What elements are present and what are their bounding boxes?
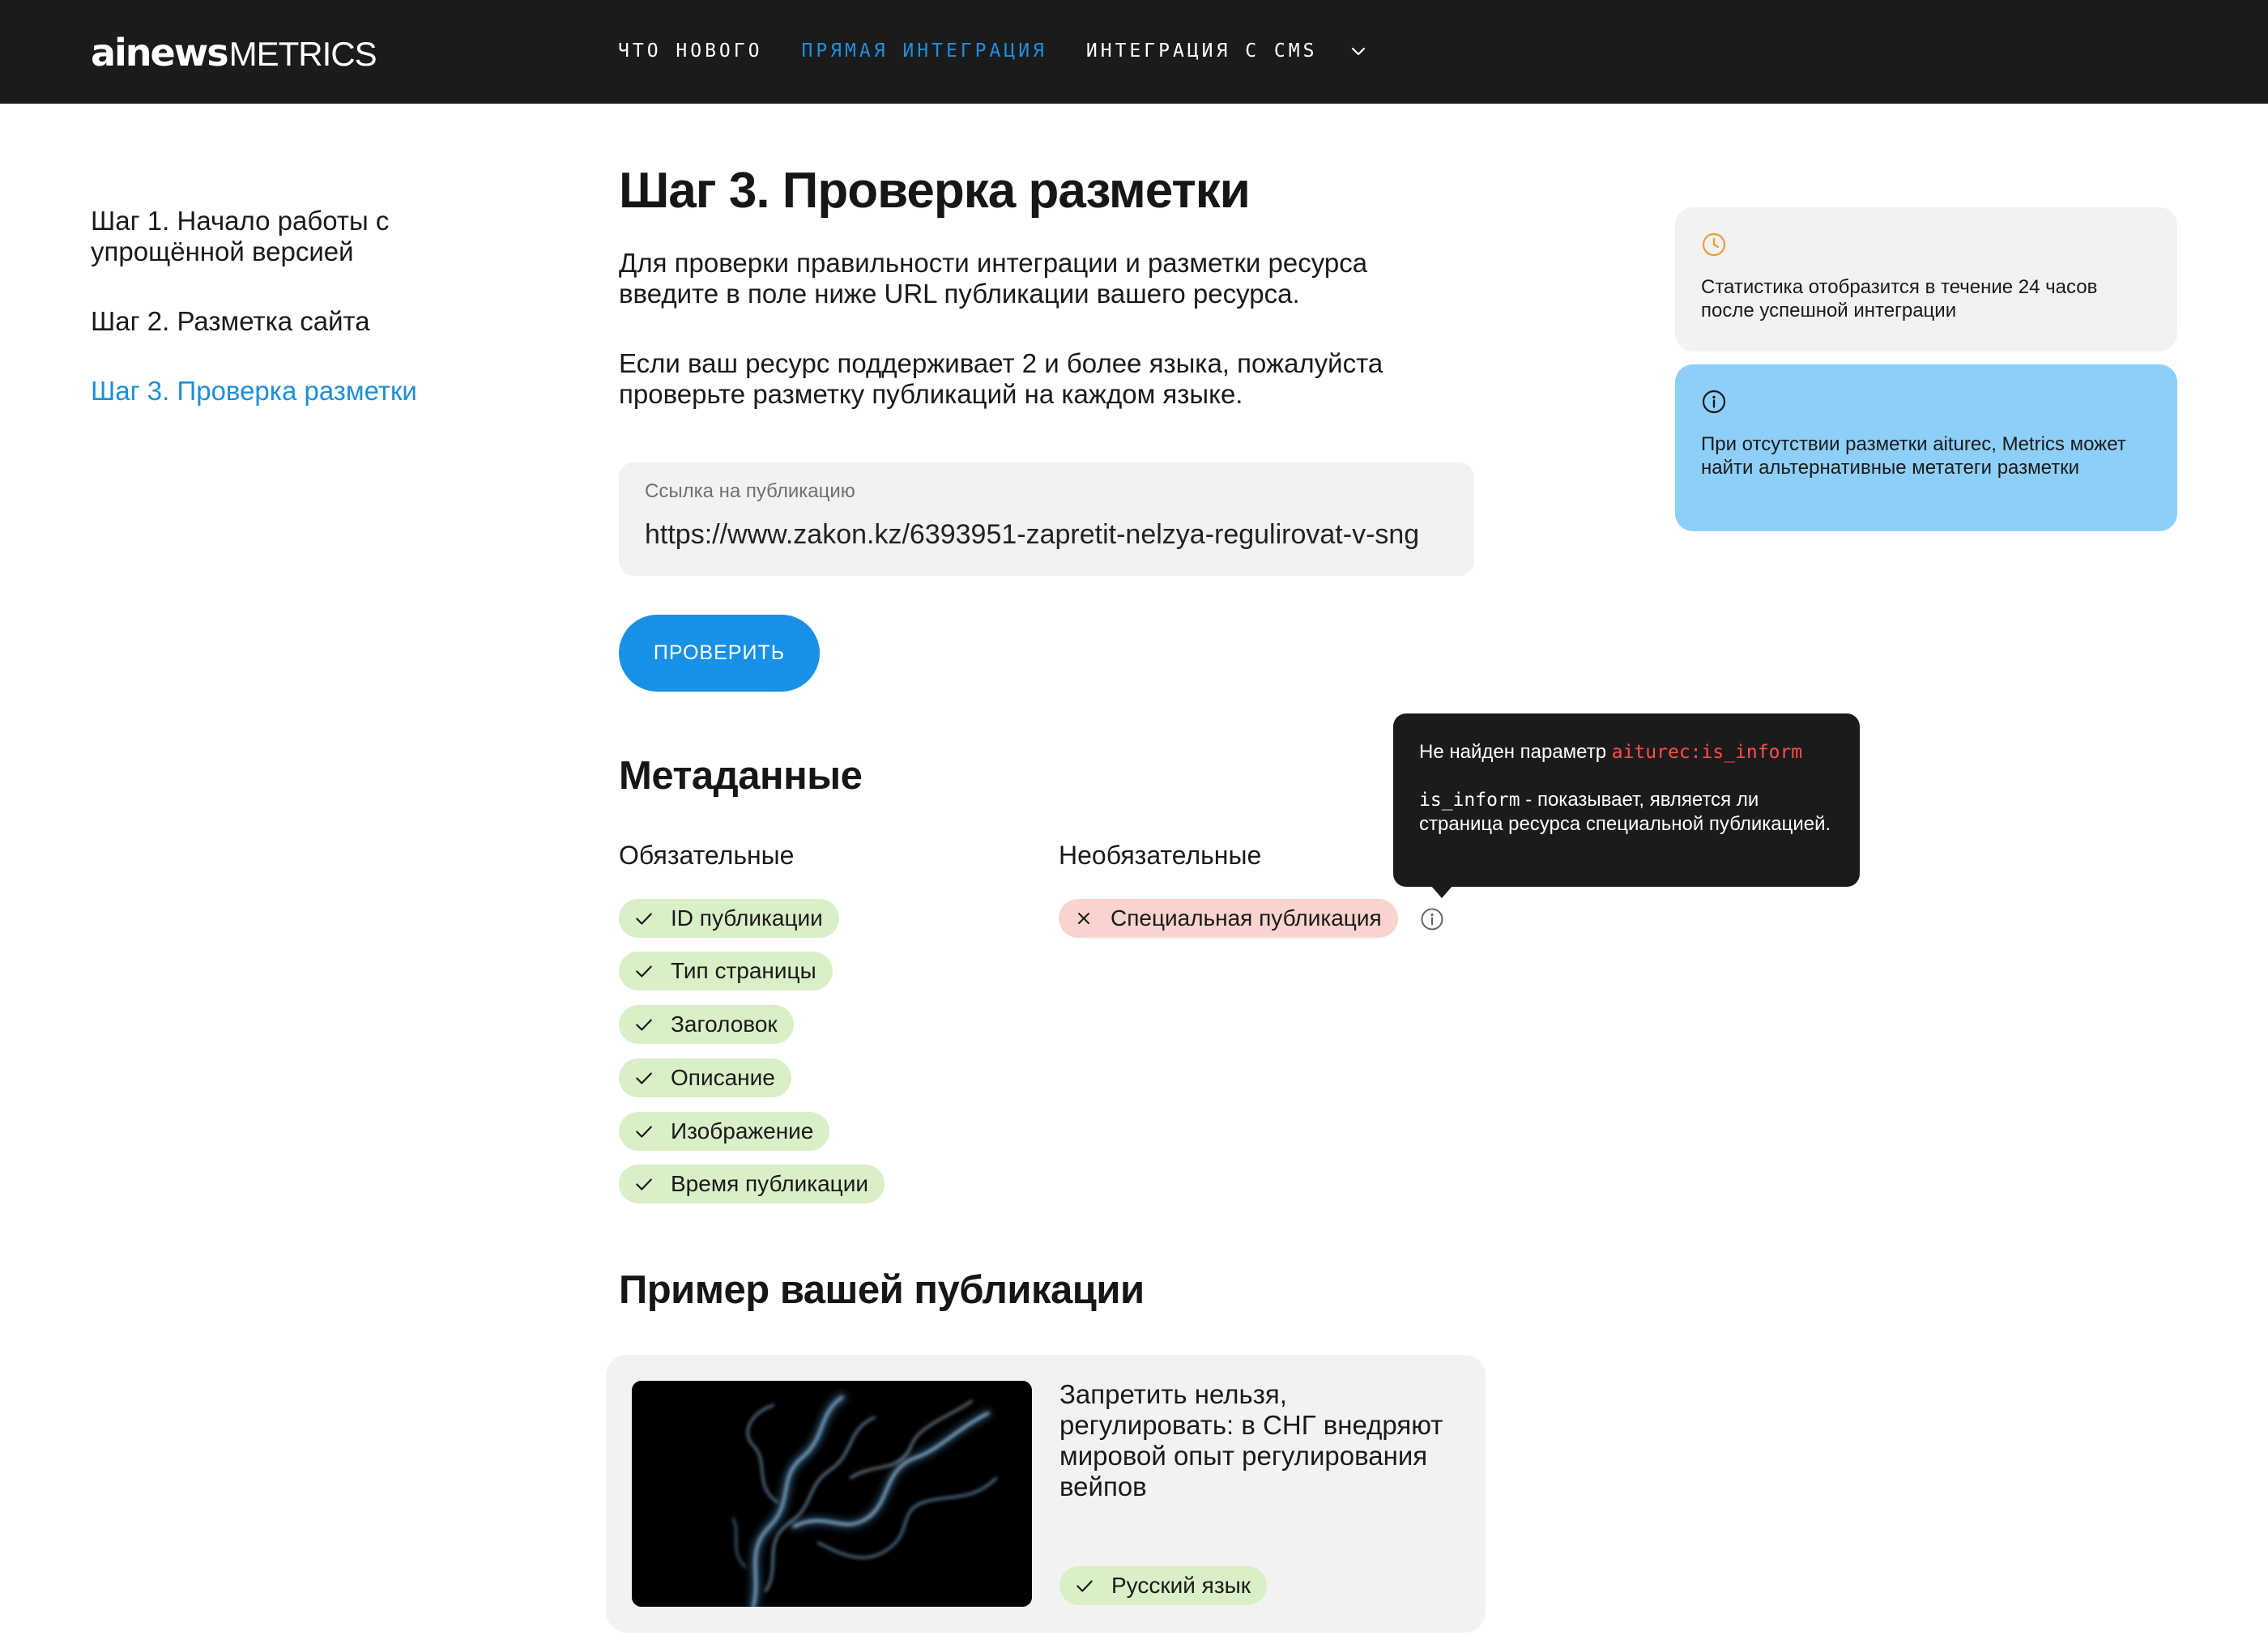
tooltip-heading: Не найден параметр aiturec:is_inform	[1419, 741, 1834, 764]
stats-info-card: Статистика отобразится в течение 24 часо…	[1675, 207, 2177, 351]
logo[interactable]: ainews METRICS	[91, 31, 377, 75]
info-icon[interactable]	[1420, 907, 1444, 931]
check-button[interactable]: ПРОВЕРИТЬ	[619, 615, 820, 692]
main-nav: ЧТО НОВОГО ПРЯМАЯ ИНТЕГРАЦИЯ ИНТЕГРАЦИЯ …	[618, 37, 1372, 65]
check-icon	[633, 960, 654, 982]
nav-item-cms-integration[interactable]: ИНТЕГРАЦИЯ С CMS	[1086, 40, 1318, 62]
tooltip-arrow	[1430, 885, 1453, 898]
clock-icon	[1701, 232, 1727, 258]
tooltip-description: is_inform - показывает, является ли стра…	[1419, 788, 1834, 836]
meta-tag-page-type: Тип страницы	[619, 952, 833, 990]
nav-item-direct-integration[interactable]: ПРЯМАЯ ИНТЕГРАЦИЯ	[801, 40, 1047, 62]
logo-metrics: METRICS	[228, 35, 377, 73]
check-icon	[633, 908, 654, 929]
publication-url-field[interactable]: Ссылка на публикацию https://www.zakon.k…	[619, 462, 1474, 576]
nav-item-whats-new[interactable]: ЧТО НОВОГО	[618, 40, 762, 62]
tooltip-code: is_inform	[1419, 790, 1520, 811]
meta-tag-label: Заголовок	[671, 1012, 778, 1037]
instruction-text: Для проверки правильности интеграции и р…	[619, 248, 1368, 309]
sidebar-item-step1[interactable]: Шаг 1. Начало работы с упрощённой версие…	[91, 206, 431, 267]
steps-sidebar: Шаг 1. Начало работы с упрощённой версие…	[91, 206, 512, 445]
check-icon	[633, 1121, 654, 1142]
missing-param-tooltip: Не найден параметр aiturec:is_inform is_…	[1393, 713, 1860, 898]
meta-tag-label: Тип страницы	[671, 958, 816, 983]
page-title: Шаг 3. Проверка разметки	[619, 163, 1251, 219]
meta-tag-headline: Заголовок	[619, 1005, 794, 1044]
sidebar-item-step3[interactable]: Шаг 3. Проверка разметки	[91, 376, 512, 407]
stats-info-text: Статистика отобразится в течение 24 часо…	[1701, 276, 2098, 322]
check-icon	[633, 1067, 654, 1088]
check-icon	[633, 1014, 654, 1035]
language-tag: Русский язык	[1059, 1566, 1268, 1605]
check-icon	[633, 1173, 654, 1195]
meta-tag-publication-id: ID публикации	[619, 899, 839, 938]
optional-label: Необязательные	[1059, 841, 1262, 870]
meta-tag-publish-time: Время публикации	[619, 1165, 885, 1203]
language-note-text: Если ваш ресурс поддерживает 2 и более я…	[619, 348, 1383, 409]
meta-tag-label: Изображение	[671, 1118, 814, 1144]
check-icon	[1074, 1575, 1095, 1596]
publication-image	[632, 1381, 1032, 1607]
metadata-title: Метаданные	[619, 754, 863, 798]
alt-meta-info-text: При отсутствии разметки aiturec, Metrics…	[1701, 433, 2126, 479]
info-icon	[1701, 389, 1727, 415]
example-title: Пример вашей публикации	[619, 1268, 1145, 1312]
meta-tag-label: Описание	[671, 1065, 775, 1090]
meta-tag-description: Описание	[619, 1058, 791, 1097]
chevron-down-icon[interactable]	[1345, 37, 1372, 65]
meta-tag-image: Изображение	[619, 1112, 830, 1151]
sidebar-item-step2[interactable]: Шаг 2. Разметка сайта	[91, 306, 512, 337]
required-label: Обязательные	[619, 841, 795, 870]
tooltip-param-code: aiturec:is_inform	[1611, 742, 1803, 763]
top-navbar: ainews METRICS ЧТО НОВОГО ПРЯМАЯ ИНТЕГРА…	[0, 0, 2268, 104]
close-icon	[1073, 908, 1094, 929]
tooltip-prefix: Не найден параметр	[1419, 741, 1612, 763]
url-field-label: Ссылка на публикацию	[645, 480, 855, 502]
language-label: Русский язык	[1111, 1573, 1251, 1598]
url-input[interactable]: https://www.zakon.kz/6393951-zapretit-ne…	[645, 519, 1448, 551]
meta-tag-special-publication: Специальная публикация	[1059, 899, 1398, 938]
main-content: Шаг 3. Проверка разметки Для проверки пр…	[619, 159, 1477, 410]
publication-preview-card[interactable]: Запретить нельзя, регулировать: в СНГ вн…	[606, 1355, 1486, 1633]
meta-tag-label: Время публикации	[671, 1171, 869, 1196]
logo-ainews: ainews	[91, 31, 229, 75]
meta-tag-label: Специальная публикация	[1111, 905, 1382, 931]
alt-meta-info-card: При отсутствии разметки aiturec, Metrics…	[1675, 364, 2177, 531]
publication-title: Запретить нельзя, регулировать: в СНГ вн…	[1059, 1379, 1443, 1501]
meta-tag-label: ID публикации	[671, 905, 823, 931]
